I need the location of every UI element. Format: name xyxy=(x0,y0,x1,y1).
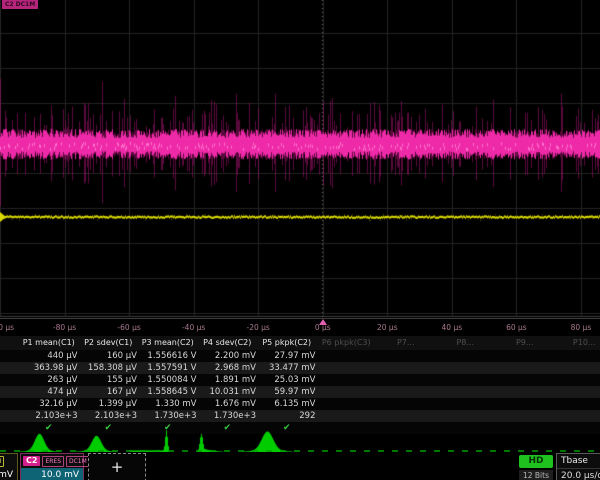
time-axis-label: -20 µs xyxy=(247,323,270,332)
measure-value: 1.556616 V xyxy=(139,350,199,362)
channel-c2-descriptor[interactable]: C2 ERES DC1M 10.0 mV xyxy=(20,453,84,480)
histicon-row xyxy=(0,430,600,452)
measure-value: 1.558645 V xyxy=(139,386,199,398)
measure-header-9[interactable]: P9... xyxy=(496,336,556,350)
measure-value: 1.676 mV xyxy=(199,398,259,410)
measure-header-6[interactable]: P6 pkpk(C3) xyxy=(318,336,378,350)
time-axis: -100 µs -80 µs -60 µs -40 µs -20 µs 0 µs 20 µs… xyxy=(0,318,600,336)
measure-value: 167 µV xyxy=(80,386,140,398)
waveform-grid[interactable] xyxy=(0,0,600,318)
measure-value: 1.550084 V xyxy=(139,374,199,386)
measure-table: P1 mean(C1)P2 sdev(C1)P3 mean(C2)P4 sdev… xyxy=(0,336,600,434)
c2-channel-chip: C2 xyxy=(23,456,40,466)
measure-value: 1.557591 V xyxy=(139,362,199,374)
measure-value: 2.200 mV xyxy=(199,350,259,362)
measure-value: 1.730e+3 xyxy=(199,410,259,422)
descriptor-bar: C1 DC1M 50.0 mV C2 ERES DC1M 10.0 mV + H… xyxy=(0,452,600,480)
tbase-value: 20.0 µs/div xyxy=(557,469,600,480)
measure-value: 155 µV xyxy=(80,374,140,386)
measure-value: 2.968 mV xyxy=(199,362,259,374)
timebase-descriptor[interactable]: Tbase 20.0 µs/div xyxy=(556,453,600,480)
measure-header-8[interactable]: P8... xyxy=(437,336,497,350)
channel-c1-descriptor[interactable]: C1 DC1M 50.0 mV xyxy=(0,453,18,480)
c2-vdiv-value: 10.0 mV xyxy=(21,468,83,480)
measure-value: 59.97 mV xyxy=(258,386,318,398)
measure-value: 160 µV xyxy=(80,350,140,362)
measure-value: 474 µV xyxy=(20,386,80,398)
measure-header-4[interactable]: P4 sdev(C2) xyxy=(199,336,259,350)
measure-value: 363.98 µV xyxy=(20,362,80,374)
c1-coupling-badge: DC1M xyxy=(0,456,4,467)
time-axis-label: 60 µs xyxy=(506,323,527,332)
measure-header-10[interactable]: P10... xyxy=(556,336,600,350)
measure-value: 292 xyxy=(258,410,318,422)
time-axis-label: 40 µs xyxy=(442,323,463,332)
measure-header-7[interactable]: P7... xyxy=(377,336,437,350)
measure-value: 158.308 µV xyxy=(80,362,140,374)
time-axis-label: 80 µs xyxy=(571,323,592,332)
c2-eres-badge: ERES xyxy=(42,456,64,467)
measure-value: 263 µV xyxy=(20,374,80,386)
measure-value: 25.03 mV xyxy=(258,374,318,386)
hd-mode-badge[interactable]: HD xyxy=(519,455,553,468)
measure-value: 27.97 mV xyxy=(258,350,318,362)
measure-value: 1.730e+3 xyxy=(139,410,199,422)
time-axis-label: 0 µs xyxy=(315,323,331,332)
add-trace-button[interactable]: + xyxy=(88,453,146,480)
measure-value: 2.103e+3 xyxy=(20,410,80,422)
measure-header-1[interactable]: P1 mean(C1) xyxy=(20,336,80,350)
measure-value: 1.399 µV xyxy=(80,398,140,410)
measure-header-5[interactable]: P5 pkpk(C2) xyxy=(258,336,318,350)
time-axis-label: 20 µs xyxy=(377,323,398,332)
time-axis-label: -60 µs xyxy=(117,323,140,332)
measure-value: 440 µV xyxy=(20,350,80,362)
oscilloscope-screen: C2 DC1M -100 µs -80 µs -60 µs -40 µs -20 µs 0… xyxy=(0,0,600,480)
c2-coupling-badge: DC1M xyxy=(66,456,90,467)
measure-value: 10.031 mV xyxy=(199,386,259,398)
measure-value: 32.16 µV xyxy=(20,398,80,410)
time-axis-label: -100 µs xyxy=(0,323,14,332)
time-axis-label: -40 µs xyxy=(182,323,205,332)
measure-value: 33.477 mV xyxy=(258,362,318,374)
trace-annotation-label: C2 DC1M xyxy=(2,0,38,9)
c1-vdiv-value: 50.0 mV xyxy=(0,468,17,480)
tbase-title: Tbase xyxy=(557,454,600,469)
measure-value: 6.135 mV xyxy=(258,398,318,410)
measure-value: 2.103e+3 xyxy=(80,410,140,422)
time-axis-label: -80 µs xyxy=(53,323,76,332)
measure-value: 1.891 mV xyxy=(199,374,259,386)
measure-header-3[interactable]: P3 mean(C2) xyxy=(139,336,199,350)
measure-header-2[interactable]: P2 sdev(C1) xyxy=(80,336,140,350)
measure-value: 1.330 mV xyxy=(139,398,199,410)
resolution-bits-label: 12 Bits xyxy=(519,470,553,480)
